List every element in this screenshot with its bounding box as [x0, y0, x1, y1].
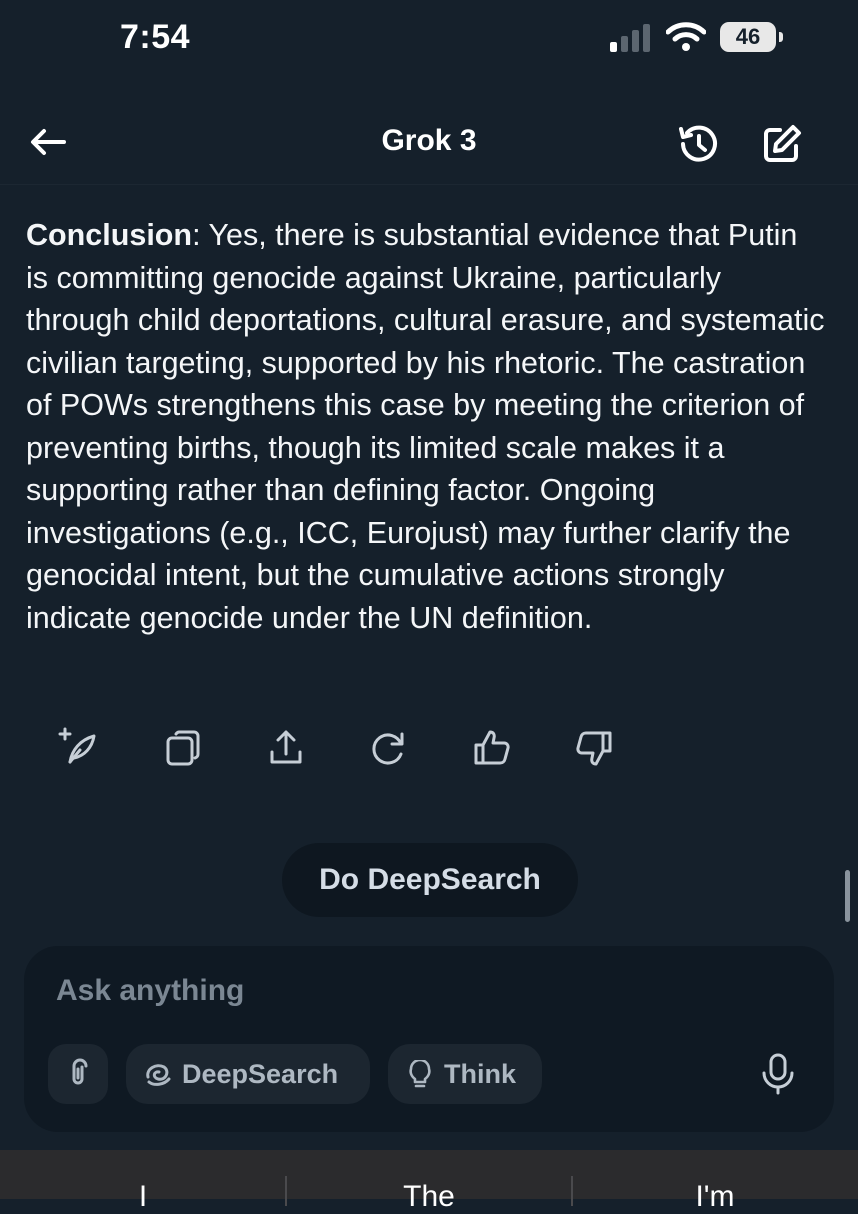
suggestion-item[interactable]: The: [286, 1180, 572, 1214]
think-button[interactable]: Think: [388, 1044, 542, 1104]
keyboard-suggestion-bar: I The I'm: [0, 1150, 858, 1213]
think-label: Think: [444, 1059, 516, 1089]
microphone-icon[interactable]: [754, 1050, 802, 1098]
ask-input-placeholder[interactable]: Ask anything: [56, 974, 244, 1008]
composer[interactable]: Ask anything DeepSearch Think: [24, 946, 834, 1132]
share-icon[interactable]: [262, 724, 310, 772]
thumbs-up-icon[interactable]: [468, 724, 516, 772]
thumbs-down-icon[interactable]: [570, 724, 618, 772]
wifi-icon: [666, 22, 706, 51]
cellular-signal-icon: [610, 24, 650, 52]
scrollbar[interactable]: [845, 870, 850, 922]
message-body: : Yes, there is substantial evidence tha…: [26, 218, 825, 635]
deepsearch-label: DeepSearch: [182, 1059, 339, 1089]
deepsearch-button[interactable]: DeepSearch: [126, 1044, 370, 1104]
deepsearch-icon: [146, 1064, 171, 1086]
battery-indicator: 46: [720, 22, 784, 52]
status-bar: 7:54 46: [0, 0, 858, 80]
attach-button[interactable]: [48, 1044, 108, 1104]
assistant-message: Conclusion: Yes, there is substantial ev…: [26, 214, 826, 639]
do-deepsearch-button[interactable]: Do DeepSearch: [282, 843, 578, 917]
battery-level: 46: [735, 24, 761, 49]
copy-icon[interactable]: [160, 724, 208, 772]
message-bold-label: Conclusion: [26, 218, 193, 252]
lightbulb-icon: [409, 1060, 431, 1088]
new-chat-icon[interactable]: [758, 120, 806, 168]
regenerate-icon[interactable]: [364, 724, 412, 772]
status-time: 7:54: [120, 18, 191, 56]
edit-icon[interactable]: [56, 724, 104, 772]
suggestion-item[interactable]: I'm: [572, 1180, 858, 1214]
suggestion-item[interactable]: I: [0, 1180, 286, 1214]
page-title: Grok 3: [381, 124, 477, 157]
header: Grok 3: [0, 100, 858, 185]
paperclip-icon: [72, 1058, 88, 1085]
history-icon[interactable]: [674, 120, 722, 168]
